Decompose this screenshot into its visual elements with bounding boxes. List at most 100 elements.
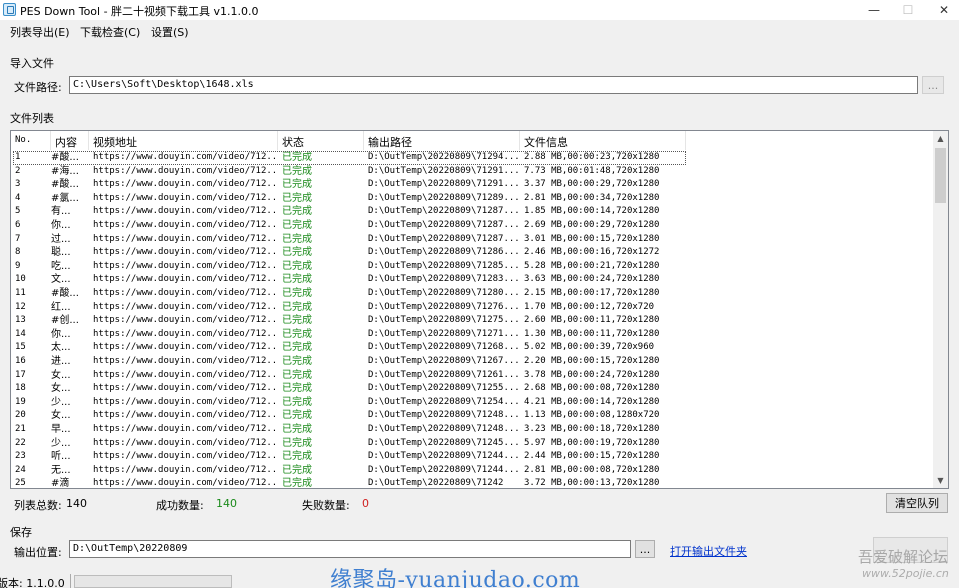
table-row[interactable]: 16 进... https://www.douyin.com/video/712..… — [11, 355, 935, 369]
col-header-status[interactable]: 状态 — [278, 131, 364, 150]
menu-settings[interactable]: 设置(S) — [151, 24, 189, 40]
cell-content: 聪... — [51, 247, 71, 259]
cell-status: 已完成 — [282, 356, 312, 367]
cell-no: 16 — [15, 356, 26, 366]
cell-no: 19 — [15, 396, 26, 407]
cell-url: https://www.douyin.com/video/712... — [93, 424, 278, 434]
table-row[interactable]: 12 红... https://www.douyin.com/video/712..… — [11, 301, 935, 315]
cell-url: https://www.douyin.com/video/712... — [93, 369, 278, 380]
table-row[interactable]: 15 太... https://www.douyin.com/video/712..… — [11, 341, 935, 355]
scroll-down-icon[interactable]: ▼ — [933, 473, 948, 488]
table-row[interactable]: 9 吃... https://www.douyin.com/video/712...… — [11, 260, 935, 274]
scroll-thumb[interactable] — [935, 148, 946, 203]
cell-no: 2 — [15, 165, 21, 176]
table-row[interactable]: 6 你... https://www.douyin.com/video/712...… — [11, 219, 935, 233]
cell-output: D:\OutTemp\20220809\71283... — [368, 274, 520, 285]
table-row[interactable]: 2 #海... https://www.douyin.com/video/712..… — [11, 165, 935, 179]
app-icon — [3, 3, 16, 16]
cell-url: https://www.douyin.com/video/712... — [93, 233, 278, 244]
cell-status: 已完成 — [282, 192, 312, 204]
close-button[interactable]: ✕ — [926, 0, 959, 20]
maximize-button[interactable]: ☐ — [890, 0, 926, 20]
cell-url: https://www.douyin.com/video/712... — [93, 206, 278, 217]
cell-url: https://www.douyin.com/video/712... — [93, 383, 278, 394]
table-row[interactable]: 22 少... https://www.douyin.com/video/712..… — [11, 437, 935, 451]
menu-download-check[interactable]: 下载检查(C) — [80, 24, 140, 40]
open-output-folder-link[interactable]: 打开输出文件夹 — [670, 543, 747, 559]
table-row[interactable]: 17 女... https://www.douyin.com/video/712..… — [11, 369, 935, 383]
cell-output: D:\OutTemp\20220809\71280... — [368, 288, 520, 298]
scroll-up-icon[interactable]: ▲ — [933, 131, 948, 146]
col-header-fileinfo[interactable]: 文件信息 — [520, 131, 686, 150]
cell-fileinfo: 2.46 MB,00:00:16,720x1272 — [524, 247, 660, 258]
file-path-input[interactable]: C:\Users\Soft\Desktop\1648.xls — [69, 76, 918, 94]
cell-output: D:\OutTemp\20220809\71244... — [368, 451, 520, 462]
cell-no: 17 — [15, 369, 26, 380]
cell-content: 吃... — [51, 260, 71, 272]
cell-no: 3 — [15, 179, 21, 190]
vertical-scrollbar[interactable]: ▲ ▼ — [933, 131, 948, 488]
cell-output: D:\OutTemp\20220809\71254... — [368, 396, 520, 407]
table-row[interactable]: 25 #滴 https://www.douyin.com/video/712... 已… — [11, 477, 935, 488]
table-row[interactable]: 3 #酸... https://www.douyin.com/video/712..… — [11, 178, 935, 192]
fail-count-label: 失败数量: — [302, 499, 350, 512]
table-row[interactable]: 5 有... https://www.douyin.com/video/712...… — [11, 205, 935, 219]
cell-status: 已完成 — [282, 437, 312, 449]
cell-url: https://www.douyin.com/video/712... — [93, 410, 278, 421]
menu-list-export[interactable]: 列表导出(E) — [10, 24, 70, 40]
save-group-title: 保存 — [10, 526, 32, 539]
table-row[interactable]: 13 #创... https://www.douyin.com/video/712.… — [11, 314, 935, 328]
col-header-output[interactable]: 输出路径 — [364, 131, 520, 150]
table-row[interactable]: 8 聪... https://www.douyin.com/video/712...… — [11, 246, 935, 260]
cell-no: 4 — [15, 192, 21, 203]
col-header-url[interactable]: 视频地址 — [89, 131, 278, 150]
table-row[interactable]: 14 你... https://www.douyin.com/video/712..… — [11, 328, 935, 342]
table-row[interactable]: 18 女... https://www.douyin.com/video/712..… — [11, 382, 935, 396]
clear-queue-button[interactable]: 清空队列 — [886, 493, 948, 513]
cell-no: 10 — [15, 274, 26, 285]
window-title: PES Down Tool - 胖二十视频下载工具 v1.1.0.0 — [20, 5, 259, 18]
cell-output: D:\OutTemp\20220809\71291... — [368, 179, 520, 190]
cell-content: 文... — [51, 274, 71, 286]
file-list[interactable]: No. 内容 视频地址 状态 输出路径 文件信息 1 #酸... https://w… — [10, 130, 949, 489]
minimize-button[interactable]: — — [856, 0, 892, 20]
cell-status: 已完成 — [282, 383, 312, 395]
col-header-no[interactable]: No. — [11, 131, 51, 150]
cell-fileinfo: 2.68 MB,00:00:08,720x1280 — [524, 383, 660, 394]
cell-no: 7 — [15, 233, 21, 244]
cell-output: D:\OutTemp\20220809\71261... — [368, 369, 520, 380]
cell-status: 已完成 — [282, 369, 312, 381]
col-header-content[interactable]: 内容 — [51, 131, 89, 150]
table-row[interactable]: 10 文... https://www.douyin.com/video/712..… — [11, 273, 935, 287]
file-browse-button[interactable]: ... — [922, 76, 944, 94]
output-location-input[interactable]: D:\OutTemp\20220809 — [69, 540, 631, 558]
cell-content: 少... — [51, 396, 71, 408]
output-location-label: 输出位置: — [14, 546, 62, 559]
output-browse-button[interactable]: ... — [635, 540, 655, 558]
cell-url: https://www.douyin.com/video/712... — [93, 165, 278, 176]
cell-status: 已完成 — [282, 451, 312, 463]
cell-content: 太... — [51, 342, 71, 354]
table-row[interactable]: 11 #酸... https://www.douyin.com/video/712.… — [11, 287, 935, 301]
cell-fileinfo: 3.37 MB,00:00:29,720x1280 — [524, 179, 660, 190]
cell-output: D:\OutTemp\20220809\71286... — [368, 247, 520, 258]
total-count-label: 列表总数: — [14, 499, 62, 512]
cell-no: 9 — [15, 260, 21, 271]
cell-content: 女... — [51, 383, 71, 395]
table-row[interactable]: 24 无... https://www.douyin.com/video/712..… — [11, 464, 935, 478]
table-row[interactable]: 20 女... https://www.douyin.com/video/712..… — [11, 409, 935, 423]
cell-content: 早... — [51, 424, 71, 435]
table-row[interactable]: 1 #酸... https://www.douyin.com/video/712..… — [11, 151, 935, 165]
table-row[interactable]: 19 少... https://www.douyin.com/video/712..… — [11, 396, 935, 410]
table-row[interactable]: 4 #氯... https://www.douyin.com/video/712..… — [11, 192, 935, 206]
table-row[interactable]: 7 过... https://www.douyin.com/video/712...… — [11, 233, 935, 247]
status-separator — [70, 574, 71, 588]
table-row[interactable]: 23 听... https://www.douyin.com/video/712..… — [11, 450, 935, 464]
cell-status: 已完成 — [282, 396, 312, 408]
file-path-label: 文件路径: — [14, 81, 62, 94]
cell-fileinfo: 2.81 MB,00:00:34,720x1280 — [524, 192, 660, 203]
cell-content: #氯... — [51, 192, 79, 204]
cell-url: https://www.douyin.com/video/712... — [93, 328, 278, 339]
table-row[interactable]: 21 早... https://www.douyin.com/video/712..… — [11, 423, 935, 437]
cell-status: 已完成 — [282, 165, 312, 177]
